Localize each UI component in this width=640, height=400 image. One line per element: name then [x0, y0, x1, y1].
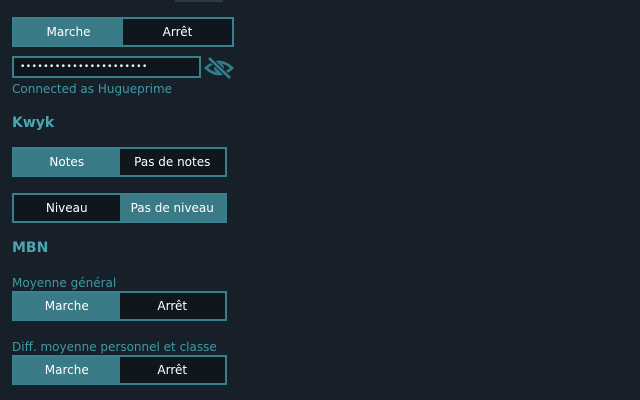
- connection-status: Connected as Hugueprime: [12, 82, 173, 96]
- top-on-off-toggle[interactable]: Marche Arrêt: [12, 17, 234, 47]
- niveau-toggle[interactable]: Niveau Pas de niveau: [12, 193, 227, 223]
- eye-off-icon[interactable]: [203, 55, 235, 81]
- no-notes-option[interactable]: Pas de notes: [120, 149, 226, 175]
- moyenne-off-option[interactable]: Arrêt: [120, 293, 226, 319]
- moyenne-toggle[interactable]: Marche Arrêt: [12, 291, 227, 321]
- moyenne-label: Moyenne général: [12, 276, 117, 290]
- diff-on-option[interactable]: Marche: [14, 357, 120, 383]
- notes-option[interactable]: Notes: [14, 149, 120, 175]
- moyenne-on-option[interactable]: Marche: [14, 293, 120, 319]
- diff-off-option[interactable]: Arrêt: [120, 357, 226, 383]
- diff-label: Diff. moyenne personnel et classe: [12, 340, 217, 354]
- password-field[interactable]: ••••••••••••••••••••••: [12, 56, 201, 78]
- kwyk-heading: Kwyk: [12, 115, 55, 131]
- notes-toggle[interactable]: Notes Pas de notes: [12, 147, 227, 177]
- top-off-option[interactable]: Arrêt: [123, 19, 232, 45]
- mbn-heading: MBN: [12, 240, 49, 256]
- top-divider: [175, 0, 223, 2]
- no-niveau-option[interactable]: Pas de niveau: [119, 195, 225, 221]
- diff-toggle[interactable]: Marche Arrêt: [12, 355, 227, 385]
- top-on-option[interactable]: Marche: [14, 19, 123, 45]
- niveau-option[interactable]: Niveau: [14, 195, 120, 221]
